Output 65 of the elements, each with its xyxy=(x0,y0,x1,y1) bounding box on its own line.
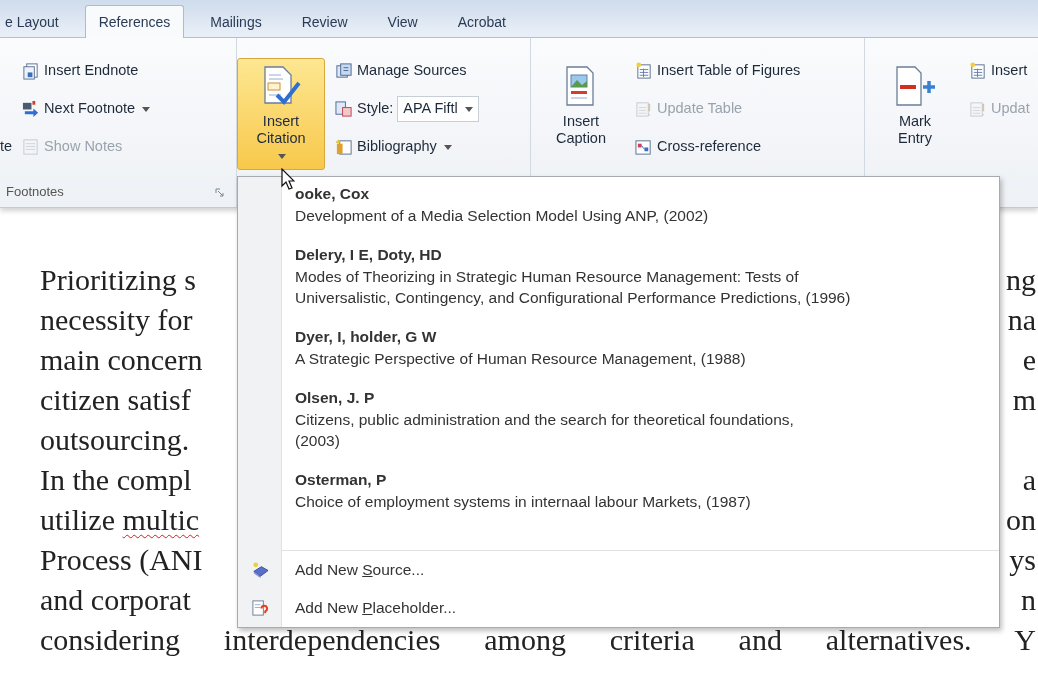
document-text: outsourcing. xyxy=(40,422,190,458)
table-page-icon xyxy=(969,62,987,80)
book-star-icon xyxy=(250,561,269,579)
source-title[interactable]: Choice of employment systems in internaal labour Markets, (1987) xyxy=(295,491,751,512)
mouse-pointer-icon xyxy=(281,168,295,190)
notes-page-icon xyxy=(22,138,41,156)
footnote-arrow-icon xyxy=(22,100,41,118)
ribbon-tab[interactable]: Acrobat xyxy=(443,6,520,37)
ribbon-button[interactable]: Manage Sources xyxy=(333,58,481,84)
books-icon xyxy=(335,62,353,80)
source-author[interactable]: Dyer, I, holder, G W xyxy=(295,326,437,348)
document-text: e xyxy=(1022,342,1036,378)
document-text: ng xyxy=(1006,262,1036,298)
document-text: citizen satisf xyxy=(40,382,191,418)
document-text: ys xyxy=(1009,542,1036,578)
ribbon-tab[interactable]: Review xyxy=(287,6,362,37)
ribbon-large-button[interactable]: Insert Citation xyxy=(237,58,325,170)
document-text: Process (ANI xyxy=(40,542,203,578)
bibliography-icon xyxy=(335,138,353,156)
table-page-icon xyxy=(635,62,653,80)
caret-icon xyxy=(464,106,473,112)
cross-reference-icon xyxy=(635,138,653,156)
ribbon-button-label: te xyxy=(0,137,13,156)
table-page-icon xyxy=(635,100,653,118)
page-minus-plus-icon xyxy=(893,65,937,107)
document-text: main concern xyxy=(40,342,203,378)
ribbon-button[interactable]: Next Footnote xyxy=(20,96,153,122)
group-label: Footnotes xyxy=(6,183,64,202)
document-text: Prioritizing s xyxy=(40,262,196,298)
style-dropdown[interactable]: APA Fiftl xyxy=(397,96,479,122)
document-style-icon xyxy=(335,100,353,118)
ribbon-button[interactable]: Cross-reference xyxy=(633,134,803,160)
document-text: and corporat xyxy=(40,582,191,618)
source-author[interactable]: Osterman, P xyxy=(295,469,387,491)
style-label: Style: xyxy=(357,99,394,119)
ribbon-large-button[interactable]: Insert Caption xyxy=(537,58,625,170)
ribbon-button[interactable]: Insert xyxy=(967,58,1032,84)
ribbon-button[interactable]: Bibliography xyxy=(333,134,481,160)
source-title[interactable]: Citizens, public administration and the search for theoretical foundations, (2003) xyxy=(295,409,794,451)
page-question-icon xyxy=(250,599,269,617)
source-title[interactable]: Development of a Media Selection Model Using ANP, (2002) xyxy=(295,205,709,226)
source-title[interactable]: Modes of Theorizing in Strategic Human Resource Management: Tests of Universalistic, Contingency, and Configurational Performance Predictions, (1996) xyxy=(295,266,851,308)
ribbon-tab[interactable]: References xyxy=(84,5,185,38)
document-text: utilize multic xyxy=(40,502,200,538)
document-text: na xyxy=(1007,302,1036,338)
source-title[interactable]: A Strategic Perspective of Human Resource Management, (1988) xyxy=(295,348,746,369)
endnote-icon xyxy=(22,62,41,80)
dialog-launcher-icon[interactable] xyxy=(215,187,224,197)
ribbon-button[interactable]: Insert Table of Figures xyxy=(633,58,803,84)
ribbon-tab[interactable]: View xyxy=(373,6,432,37)
document-text: on xyxy=(1006,502,1036,538)
table-page-icon xyxy=(969,100,987,118)
menu-item[interactable]: Add New Source... xyxy=(238,551,999,589)
source-author[interactable]: Olsen, J. P xyxy=(295,387,375,409)
ribbon-button[interactable]: Insert Endnote xyxy=(20,58,153,84)
document-text: In the compl xyxy=(40,462,192,498)
document-text: necessity for xyxy=(40,302,193,338)
ribbon-tab[interactable]: Mailings xyxy=(196,6,276,37)
document-text: n xyxy=(1021,582,1036,618)
ribbon-large-button[interactable]: Mark Entry xyxy=(871,58,959,170)
ribbon-tab[interactable]: e Layout xyxy=(0,6,73,37)
document-text: m xyxy=(1012,382,1036,418)
source-author[interactable]: ooke, Cox xyxy=(295,183,370,205)
source-author[interactable]: Delery, I E, Doty, HD xyxy=(295,244,442,266)
document-text: a xyxy=(1022,462,1036,498)
